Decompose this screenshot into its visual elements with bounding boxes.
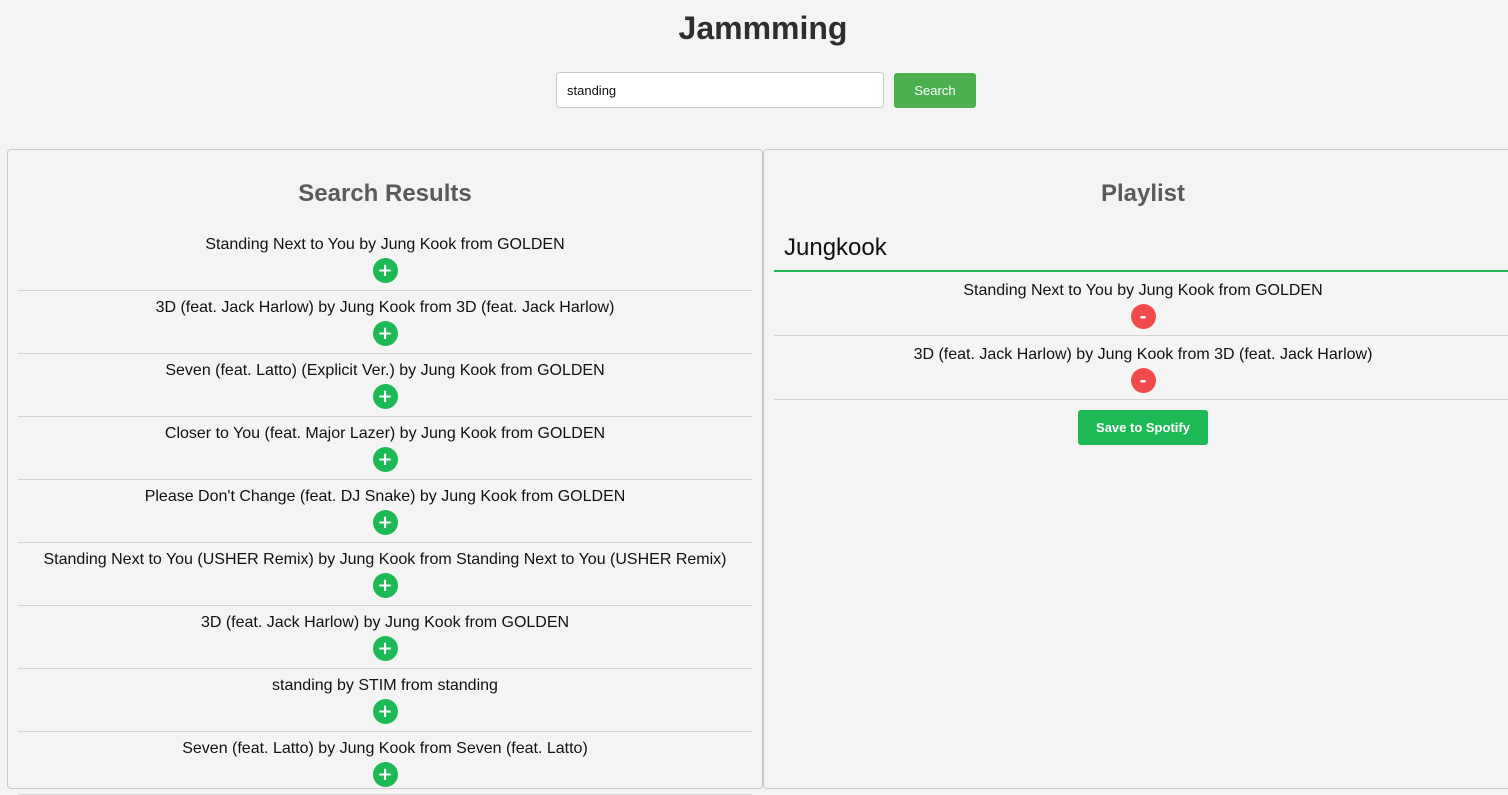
add-track-button[interactable]: + <box>372 447 398 472</box>
playlist-title: Playlist <box>1100 180 1186 207</box>
search-results-list: Standing Next to You by Jung Kook from G… <box>18 228 752 795</box>
search-bar: Search <box>556 72 976 108</box>
track-info: Closer to You (feat. Major Lazer) by Jun… <box>164 425 606 442</box>
playlist-track: Standing Next to You by Jung Kook from G… <box>774 272 1508 336</box>
result-track: Closer to You (feat. Major Lazer) by Jun… <box>18 417 752 480</box>
track-info: Standing Next to You by Jung Kook from G… <box>963 282 1323 299</box>
search-results-title: Search Results <box>298 180 472 207</box>
result-track: Seven (feat. Latto) by Jung Kook from Se… <box>18 732 752 795</box>
add-track-button[interactable]: + <box>372 636 398 661</box>
playlist-name-input[interactable] <box>774 234 1508 272</box>
result-track: Seven (feat. Latto) (Explicit Ver.) by J… <box>18 354 752 417</box>
result-track: 3D (feat. Jack Harlow) by Jung Kook from… <box>18 606 752 669</box>
remove-track-button[interactable]: - <box>1130 368 1156 393</box>
app-title: Jammming <box>678 10 848 46</box>
track-info: Please Don't Change (feat. DJ Snake) by … <box>144 488 626 505</box>
add-track-button[interactable]: + <box>372 762 398 787</box>
result-track: Please Don't Change (feat. DJ Snake) by … <box>18 480 752 543</box>
add-track-button[interactable]: + <box>372 510 398 535</box>
search-results-panel: Search Results Standing Next to You by J… <box>7 149 763 795</box>
track-info: Seven (feat. Latto) (Explicit Ver.) by J… <box>165 362 605 379</box>
track-info: 3D (feat. Jack Harlow) by Jung Kook from… <box>200 614 570 631</box>
track-info: 3D (feat. Jack Harlow) by Jung Kook from… <box>913 346 1373 363</box>
result-track: Standing Next to You (USHER Remix) by Ju… <box>18 543 752 606</box>
search-button[interactable]: Search <box>894 73 976 108</box>
add-track-button[interactable]: + <box>372 321 398 346</box>
result-track: standing by STIM from standing + <box>18 669 752 732</box>
search-input[interactable] <box>556 72 884 108</box>
track-info: 3D (feat. Jack Harlow) by Jung Kook from… <box>155 299 615 316</box>
track-info: Standing Next to You (USHER Remix) by Ju… <box>43 551 727 568</box>
track-info: standing by STIM from standing <box>272 677 498 694</box>
add-track-button[interactable]: + <box>372 699 398 724</box>
result-track: Standing Next to You by Jung Kook from G… <box>18 228 752 291</box>
playlist-track-list: Standing Next to You by Jung Kook from G… <box>774 272 1508 400</box>
add-track-button[interactable]: + <box>372 573 398 598</box>
save-to-spotify-button[interactable]: Save to Spotify <box>1078 410 1208 445</box>
add-track-button[interactable]: + <box>372 384 398 409</box>
remove-track-button[interactable]: - <box>1130 304 1156 329</box>
playlist-panel: Playlist Standing Next to You by Jung Ko… <box>763 149 1508 789</box>
playlist-track: 3D (feat. Jack Harlow) by Jung Kook from… <box>774 336 1508 400</box>
track-info: Standing Next to You by Jung Kook from G… <box>205 236 565 253</box>
track-info: Seven (feat. Latto) by Jung Kook from Se… <box>182 740 588 757</box>
add-track-button[interactable]: + <box>372 258 398 283</box>
result-track: 3D (feat. Jack Harlow) by Jung Kook from… <box>18 291 752 354</box>
